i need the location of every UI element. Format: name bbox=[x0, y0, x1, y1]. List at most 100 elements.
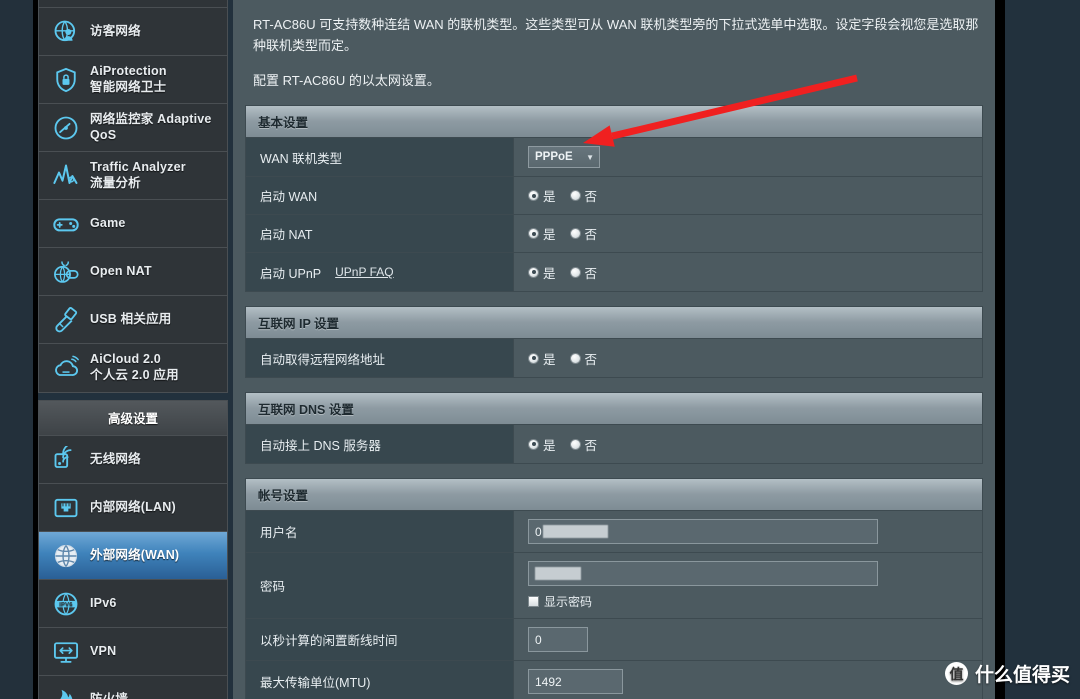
sidebar-item-primary-1[interactable]: AiProtection 智能网络卫士 bbox=[39, 56, 227, 104]
radio-dot[interactable] bbox=[569, 266, 581, 278]
sidebar-item-label: IPv6 bbox=[90, 595, 117, 610]
sidebar-item-label: 外部网络(WAN) bbox=[90, 547, 180, 562]
intro-paragraph-1: RT-AC86U 可支持数种连结 WAN 的联机类型。这些类型可从 WAN 联机… bbox=[253, 17, 979, 54]
sidebar-item-primary-3[interactable]: Traffic Analyzer 流量分析 bbox=[39, 152, 227, 200]
sidebar-item-text: 访客网络 bbox=[90, 24, 221, 40]
traffic-analyzer-icon bbox=[51, 161, 81, 191]
settings-row-control: 是否 bbox=[514, 177, 982, 215]
sidebar-item-primary-0[interactable]: 访客网络 bbox=[39, 8, 227, 56]
sidebar-item-advanced-3[interactable]: IPV6 IPv6 bbox=[39, 580, 227, 628]
label-text: 启动 UPnP bbox=[260, 266, 322, 281]
sidebar-item-advanced-4[interactable]: VPN bbox=[39, 628, 227, 676]
sidebar-section-title: 高级设置 bbox=[39, 401, 227, 436]
settings-group-title: 帐号设置 bbox=[246, 479, 982, 512]
radio-option-1[interactable]: 否 bbox=[569, 263, 597, 282]
lan-port-icon bbox=[51, 493, 81, 523]
settings-row-control: 显示密码 bbox=[514, 553, 982, 619]
label-text: 最大传输单位(MTU) bbox=[260, 676, 371, 691]
radio-dot[interactable] bbox=[569, 228, 581, 240]
settings-row: 以秒计算的闲置断线时间 0 bbox=[246, 619, 982, 662]
sidebar-item-primary-4[interactable]: Game bbox=[39, 200, 227, 248]
settings-row-label: 启动 UPnP UPnP FAQ bbox=[246, 253, 514, 292]
radio-dot[interactable] bbox=[569, 190, 581, 202]
sidebar-item-text: USB 相关应用 bbox=[90, 312, 221, 328]
label-text: 启动 WAN bbox=[260, 190, 318, 205]
radio-option-1[interactable]: 否 bbox=[569, 435, 597, 454]
sidebar-item-text: AiCloud 2.0 个人云 2.0 应用 bbox=[90, 352, 221, 383]
radio-option-1[interactable]: 否 bbox=[569, 349, 597, 368]
label-text: 用户名 bbox=[260, 526, 298, 541]
label-text: 以秒计算的闲置断线时间 bbox=[260, 634, 398, 649]
watermark: 值 什么值得买 bbox=[944, 660, 1070, 687]
text-input-3-2[interactable]: 0 bbox=[528, 627, 588, 653]
open-nat-icon bbox=[51, 257, 81, 287]
sidebar-item-label: 个人云 2.0 应用 bbox=[90, 368, 179, 382]
sidebar-item-advanced-1[interactable]: 内部网络(LAN) bbox=[39, 484, 227, 532]
radio-option-1[interactable]: 否 bbox=[569, 186, 597, 205]
radio-option-0[interactable]: 是 bbox=[528, 263, 556, 282]
ipv6-globe-icon: IPV6 bbox=[51, 589, 81, 619]
panel-right-divider bbox=[995, 0, 1005, 699]
sidebar-item-primary-6[interactable]: USB 相关应用 bbox=[39, 296, 227, 344]
svg-text:IPV6: IPV6 bbox=[59, 602, 73, 608]
radio-option-0[interactable]: 是 bbox=[528, 435, 556, 454]
sidebar-item-label: Game bbox=[90, 215, 126, 230]
text-input-3-0[interactable]: 0 bbox=[528, 519, 878, 545]
sidebar-item-partial[interactable] bbox=[39, 0, 227, 8]
radio-dot[interactable] bbox=[528, 190, 539, 202]
sidebar-item-text: VPN bbox=[90, 644, 221, 660]
radio-option-0[interactable]: 是 bbox=[528, 186, 556, 205]
radio-dot[interactable] bbox=[528, 352, 539, 364]
radio-dot[interactable] bbox=[528, 228, 539, 240]
input-value: 1492 bbox=[535, 674, 562, 689]
show-password-row[interactable]: 显示密码 bbox=[528, 593, 972, 610]
settings-row-label: 密码 bbox=[246, 553, 514, 619]
sidebar-item-advanced-2[interactable]: 外部网络(WAN) bbox=[39, 532, 227, 580]
sidebar-item-primary-2[interactable]: 网络监控家 Adaptive QoS bbox=[39, 104, 227, 152]
radio-dot[interactable] bbox=[528, 266, 539, 278]
radio-dot[interactable] bbox=[528, 438, 539, 450]
sidebar-navigation: 访客网络 AiProtection 智能网络卫士网络监控家 Adaptive QoS… bbox=[38, 0, 228, 699]
sidebar-item-label: VPN bbox=[90, 643, 117, 658]
label-text: WAN 联机类型 bbox=[260, 151, 343, 166]
radio-dot[interactable] bbox=[569, 438, 581, 450]
sidebar-item-primary-5[interactable]: Open NAT bbox=[39, 248, 227, 296]
sidebar-item-label: 防火墙 bbox=[90, 692, 128, 699]
page-description: RT-AC86U 可支持数种连结 WAN 的联机类型。这些类型可从 WAN 联机… bbox=[245, 10, 983, 91]
sidebar-item-label: 内部网络(LAN) bbox=[90, 499, 176, 514]
redaction-bar bbox=[542, 525, 608, 539]
radio-label: 否 bbox=[584, 228, 598, 243]
sidebar-item-text: Open NAT bbox=[90, 264, 221, 280]
radio-option-0[interactable]: 是 bbox=[528, 349, 556, 368]
radio-option-1[interactable]: 否 bbox=[569, 224, 598, 243]
settings-row: 自动接上 DNS 服务器 是否 bbox=[246, 425, 982, 464]
sidebar-menu-primary: 访客网络 AiProtection 智能网络卫士网络监控家 Adaptive QoS… bbox=[38, 0, 228, 393]
wan-connection-type-select[interactable]: PPPoE ▼ bbox=[528, 146, 600, 169]
intro-paragraph-2: 配置 RT-AC86U 的以太网设置。 bbox=[253, 73, 440, 89]
radio-label: 是 bbox=[543, 352, 556, 367]
sidebar-item-label: 网络监控家 Adaptive QoS bbox=[90, 111, 212, 142]
radio-dot[interactable] bbox=[569, 352, 581, 364]
settings-row: 启动 UPnP UPnP FAQ 是否 bbox=[246, 253, 982, 292]
settings-group-title: 互联网 IP 设置 bbox=[246, 307, 982, 340]
label-text: 自动接上 DNS 服务器 bbox=[260, 438, 381, 453]
settings-row-control: PPPoE ▼ bbox=[514, 138, 982, 177]
show-password-checkbox[interactable] bbox=[528, 596, 539, 608]
sidebar-item-label: 访客网络 bbox=[90, 23, 141, 38]
gauge-icon bbox=[51, 113, 81, 143]
radio-option-0[interactable]: 是 bbox=[528, 224, 556, 243]
sidebar-item-primary-7[interactable]: AiCloud 2.0 个人云 2.0 应用 bbox=[39, 344, 227, 392]
firewall-flame-icon bbox=[51, 685, 81, 699]
settings-row-label: 最大传输单位(MTU) bbox=[246, 661, 514, 699]
watermark-text: 什么值得买 bbox=[974, 665, 1070, 686]
sidebar-item-advanced-0[interactable]: 无线网络 bbox=[39, 436, 227, 484]
radio-label: 是 bbox=[543, 266, 556, 281]
upnp-faq-link[interactable]: UPnP FAQ bbox=[335, 265, 393, 279]
settings-row-control: 是否 bbox=[514, 425, 982, 464]
sidebar-item-label: Traffic Analyzer bbox=[90, 159, 186, 174]
sidebar-item-advanced-5[interactable]: 防火墙 bbox=[39, 676, 227, 699]
router-admin-screen: 访客网络 AiProtection 智能网络卫士网络监控家 Adaptive QoS… bbox=[0, 0, 1080, 699]
text-input-3-3[interactable]: 1492 bbox=[528, 669, 623, 695]
settings-row-control: 1492 bbox=[514, 661, 982, 699]
password-input[interactable] bbox=[528, 561, 878, 587]
